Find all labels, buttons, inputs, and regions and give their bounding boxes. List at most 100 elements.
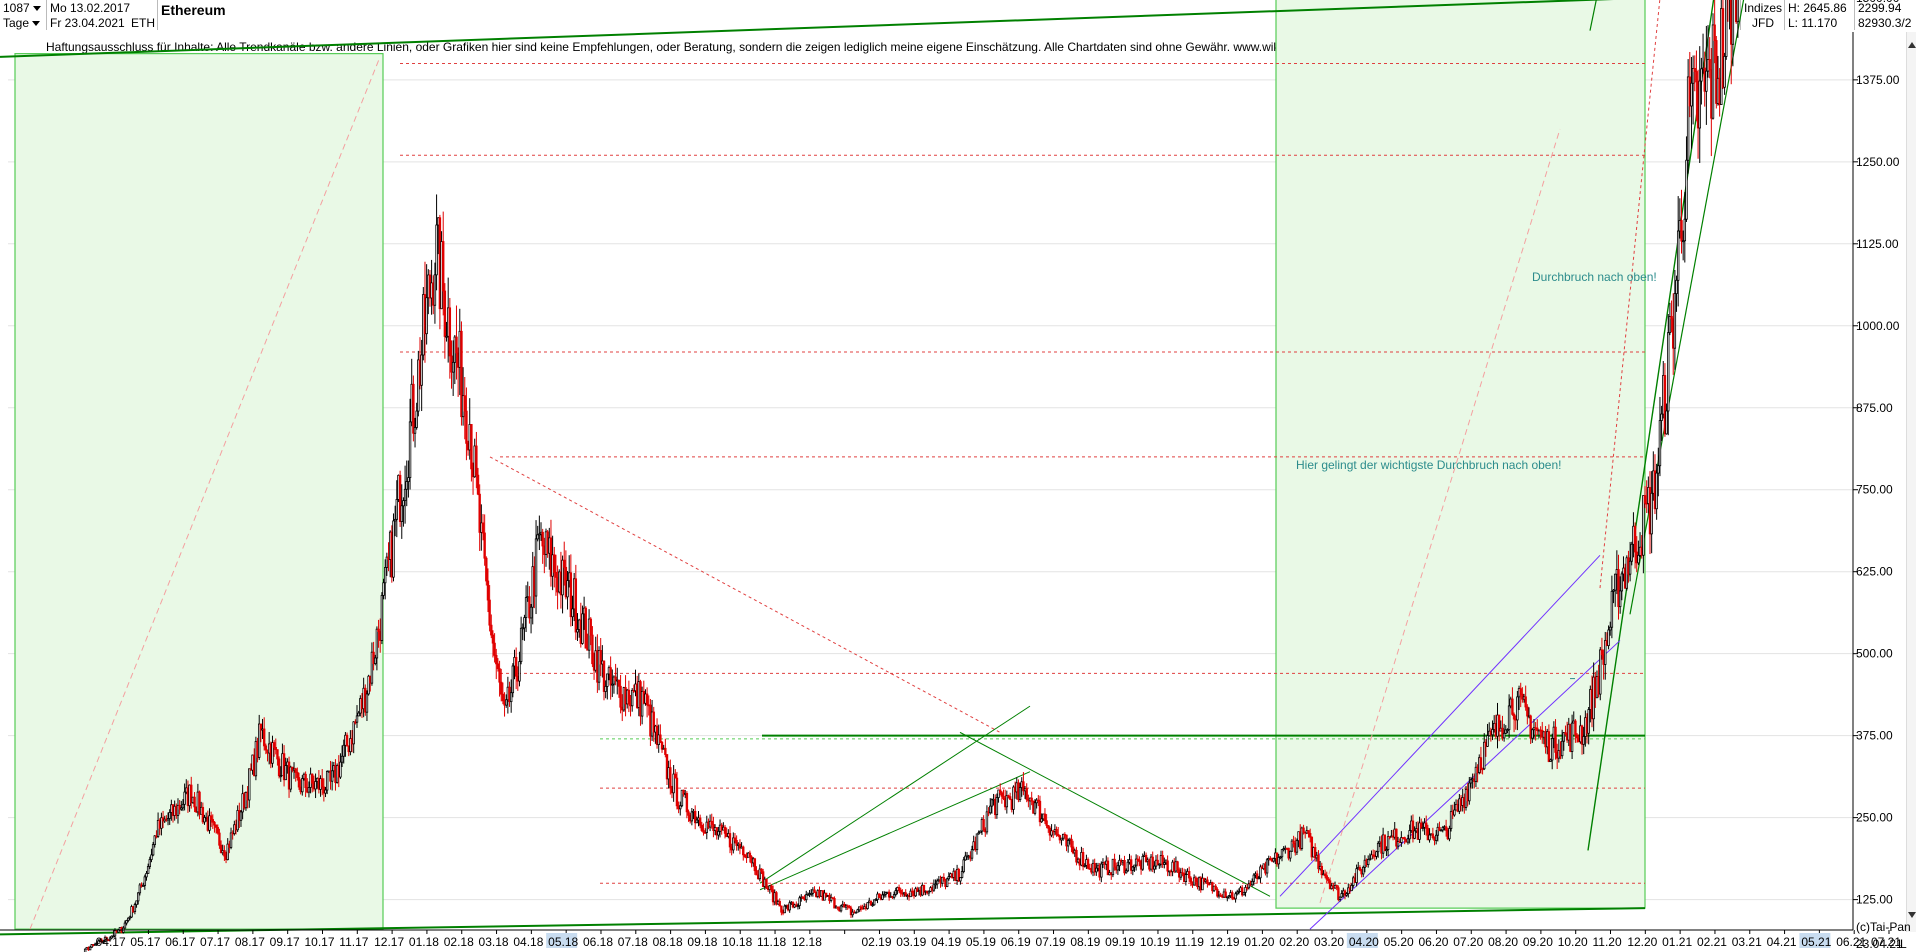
candle-body bbox=[1628, 560, 1632, 575]
candle-body bbox=[1250, 880, 1254, 886]
candle-body bbox=[1486, 735, 1489, 747]
candle-body bbox=[1609, 626, 1612, 631]
candle-body bbox=[1531, 729, 1534, 739]
annotation-key-breakout: Hier gelingt der wichtigste Durchbruch n… bbox=[1296, 458, 1561, 472]
candle-body bbox=[1340, 893, 1343, 898]
candle-body bbox=[433, 274, 437, 306]
candle-body bbox=[609, 667, 612, 686]
candle-body bbox=[407, 477, 410, 482]
candle-body bbox=[518, 661, 521, 682]
x-tick-label: 10.19 bbox=[1140, 935, 1170, 949]
candle-body bbox=[669, 767, 672, 789]
candle-body bbox=[755, 870, 758, 876]
candle-body bbox=[1100, 863, 1103, 878]
x-tick-label: 07.20 bbox=[1453, 935, 1483, 949]
candle-body bbox=[442, 241, 445, 292]
candle-body bbox=[1507, 705, 1511, 731]
candle-body bbox=[1713, 24, 1716, 41]
x-tick-label: 10.17 bbox=[304, 935, 334, 949]
candle-body bbox=[945, 878, 949, 887]
candle-body bbox=[770, 885, 773, 891]
candle-body bbox=[485, 557, 488, 582]
candle-body bbox=[146, 866, 150, 874]
candle-body bbox=[1554, 726, 1557, 753]
x-tick-label: 09.17 bbox=[270, 935, 300, 949]
candle-body bbox=[1413, 830, 1416, 839]
candle-body bbox=[476, 474, 480, 495]
candle-body bbox=[301, 778, 304, 793]
candle-body bbox=[783, 905, 786, 914]
x-tick-label: 12.18 bbox=[792, 935, 822, 949]
candle-body bbox=[1025, 788, 1028, 800]
candle-body bbox=[899, 889, 902, 894]
candle-body bbox=[604, 685, 607, 692]
x-tick-label: 08.17 bbox=[235, 935, 265, 949]
x-tick-label: 03.19 bbox=[896, 935, 926, 949]
candle-body bbox=[475, 445, 478, 476]
candle-body bbox=[1736, 0, 1740, 23]
candle-body bbox=[723, 826, 727, 834]
candle-body bbox=[392, 520, 395, 578]
candle-body bbox=[425, 297, 428, 335]
candle-body bbox=[495, 654, 498, 665]
candle-body bbox=[123, 922, 127, 929]
price-chart[interactable]: 125.00 250.00 375.00 500.00 625.00 750.00 875.… bbox=[0, 0, 1906, 952]
candle-body bbox=[982, 819, 985, 830]
candle-body bbox=[493, 642, 496, 656]
candle-body bbox=[1723, 56, 1726, 88]
x-tick-label: 01.21 bbox=[1662, 935, 1692, 949]
candle-body bbox=[960, 871, 964, 878]
candle-body bbox=[753, 858, 757, 872]
candle-body bbox=[1320, 865, 1323, 876]
candle-body bbox=[1444, 826, 1448, 831]
candle-body bbox=[496, 663, 500, 670]
candle-body bbox=[1453, 809, 1456, 816]
candle-body bbox=[1386, 836, 1390, 850]
candle-body bbox=[135, 900, 138, 906]
x-tick-label: 01.19 bbox=[827, 935, 857, 949]
candle-body bbox=[892, 894, 896, 898]
candle-body bbox=[1479, 757, 1483, 770]
candle-body bbox=[133, 904, 137, 913]
x-tick-label: 09.19 bbox=[1105, 935, 1135, 949]
candle-body bbox=[455, 336, 458, 354]
candle-body bbox=[1675, 279, 1678, 295]
candle-body bbox=[1000, 792, 1004, 797]
candle-body bbox=[294, 768, 297, 773]
candle-body bbox=[995, 797, 999, 816]
candle-body bbox=[486, 580, 490, 601]
candle-body bbox=[1643, 495, 1647, 504]
candle-body bbox=[1502, 732, 1506, 739]
candle-body bbox=[765, 878, 768, 889]
candle-body bbox=[1066, 840, 1070, 847]
candle-body bbox=[145, 873, 148, 878]
x-tick-label: 02.20 bbox=[1279, 935, 1309, 949]
scroll-down-icon[interactable] bbox=[1908, 912, 1916, 918]
candle-body bbox=[1383, 834, 1386, 852]
candle-body bbox=[1431, 833, 1435, 839]
candle-body bbox=[1575, 734, 1579, 739]
candle-body bbox=[664, 747, 667, 755]
candle-body bbox=[728, 833, 732, 848]
candle-body bbox=[554, 571, 558, 578]
candle-body bbox=[415, 410, 418, 428]
candle-body bbox=[405, 481, 408, 490]
candle-body bbox=[897, 887, 901, 891]
candle-body bbox=[413, 427, 417, 434]
x-tick-label: 09.18 bbox=[687, 935, 717, 949]
candle-body bbox=[383, 567, 387, 584]
vertical-scrollbar[interactable] bbox=[1906, 32, 1916, 932]
x-tick-label: 06.19 bbox=[1001, 935, 1031, 949]
footer-date: 23.04.21 bbox=[1856, 937, 1903, 951]
candle-body bbox=[529, 606, 533, 619]
candle-body bbox=[183, 791, 186, 805]
candle-body bbox=[566, 580, 569, 598]
x-tick-label: 04.17 bbox=[96, 935, 126, 949]
candle-body bbox=[435, 224, 438, 276]
candle-body bbox=[223, 850, 226, 857]
x-tick-label: 06.20 bbox=[1418, 935, 1448, 949]
candle-body bbox=[690, 811, 694, 822]
candle-body bbox=[400, 505, 403, 523]
scroll-up-icon[interactable] bbox=[1908, 42, 1916, 48]
candle-body bbox=[500, 681, 503, 695]
